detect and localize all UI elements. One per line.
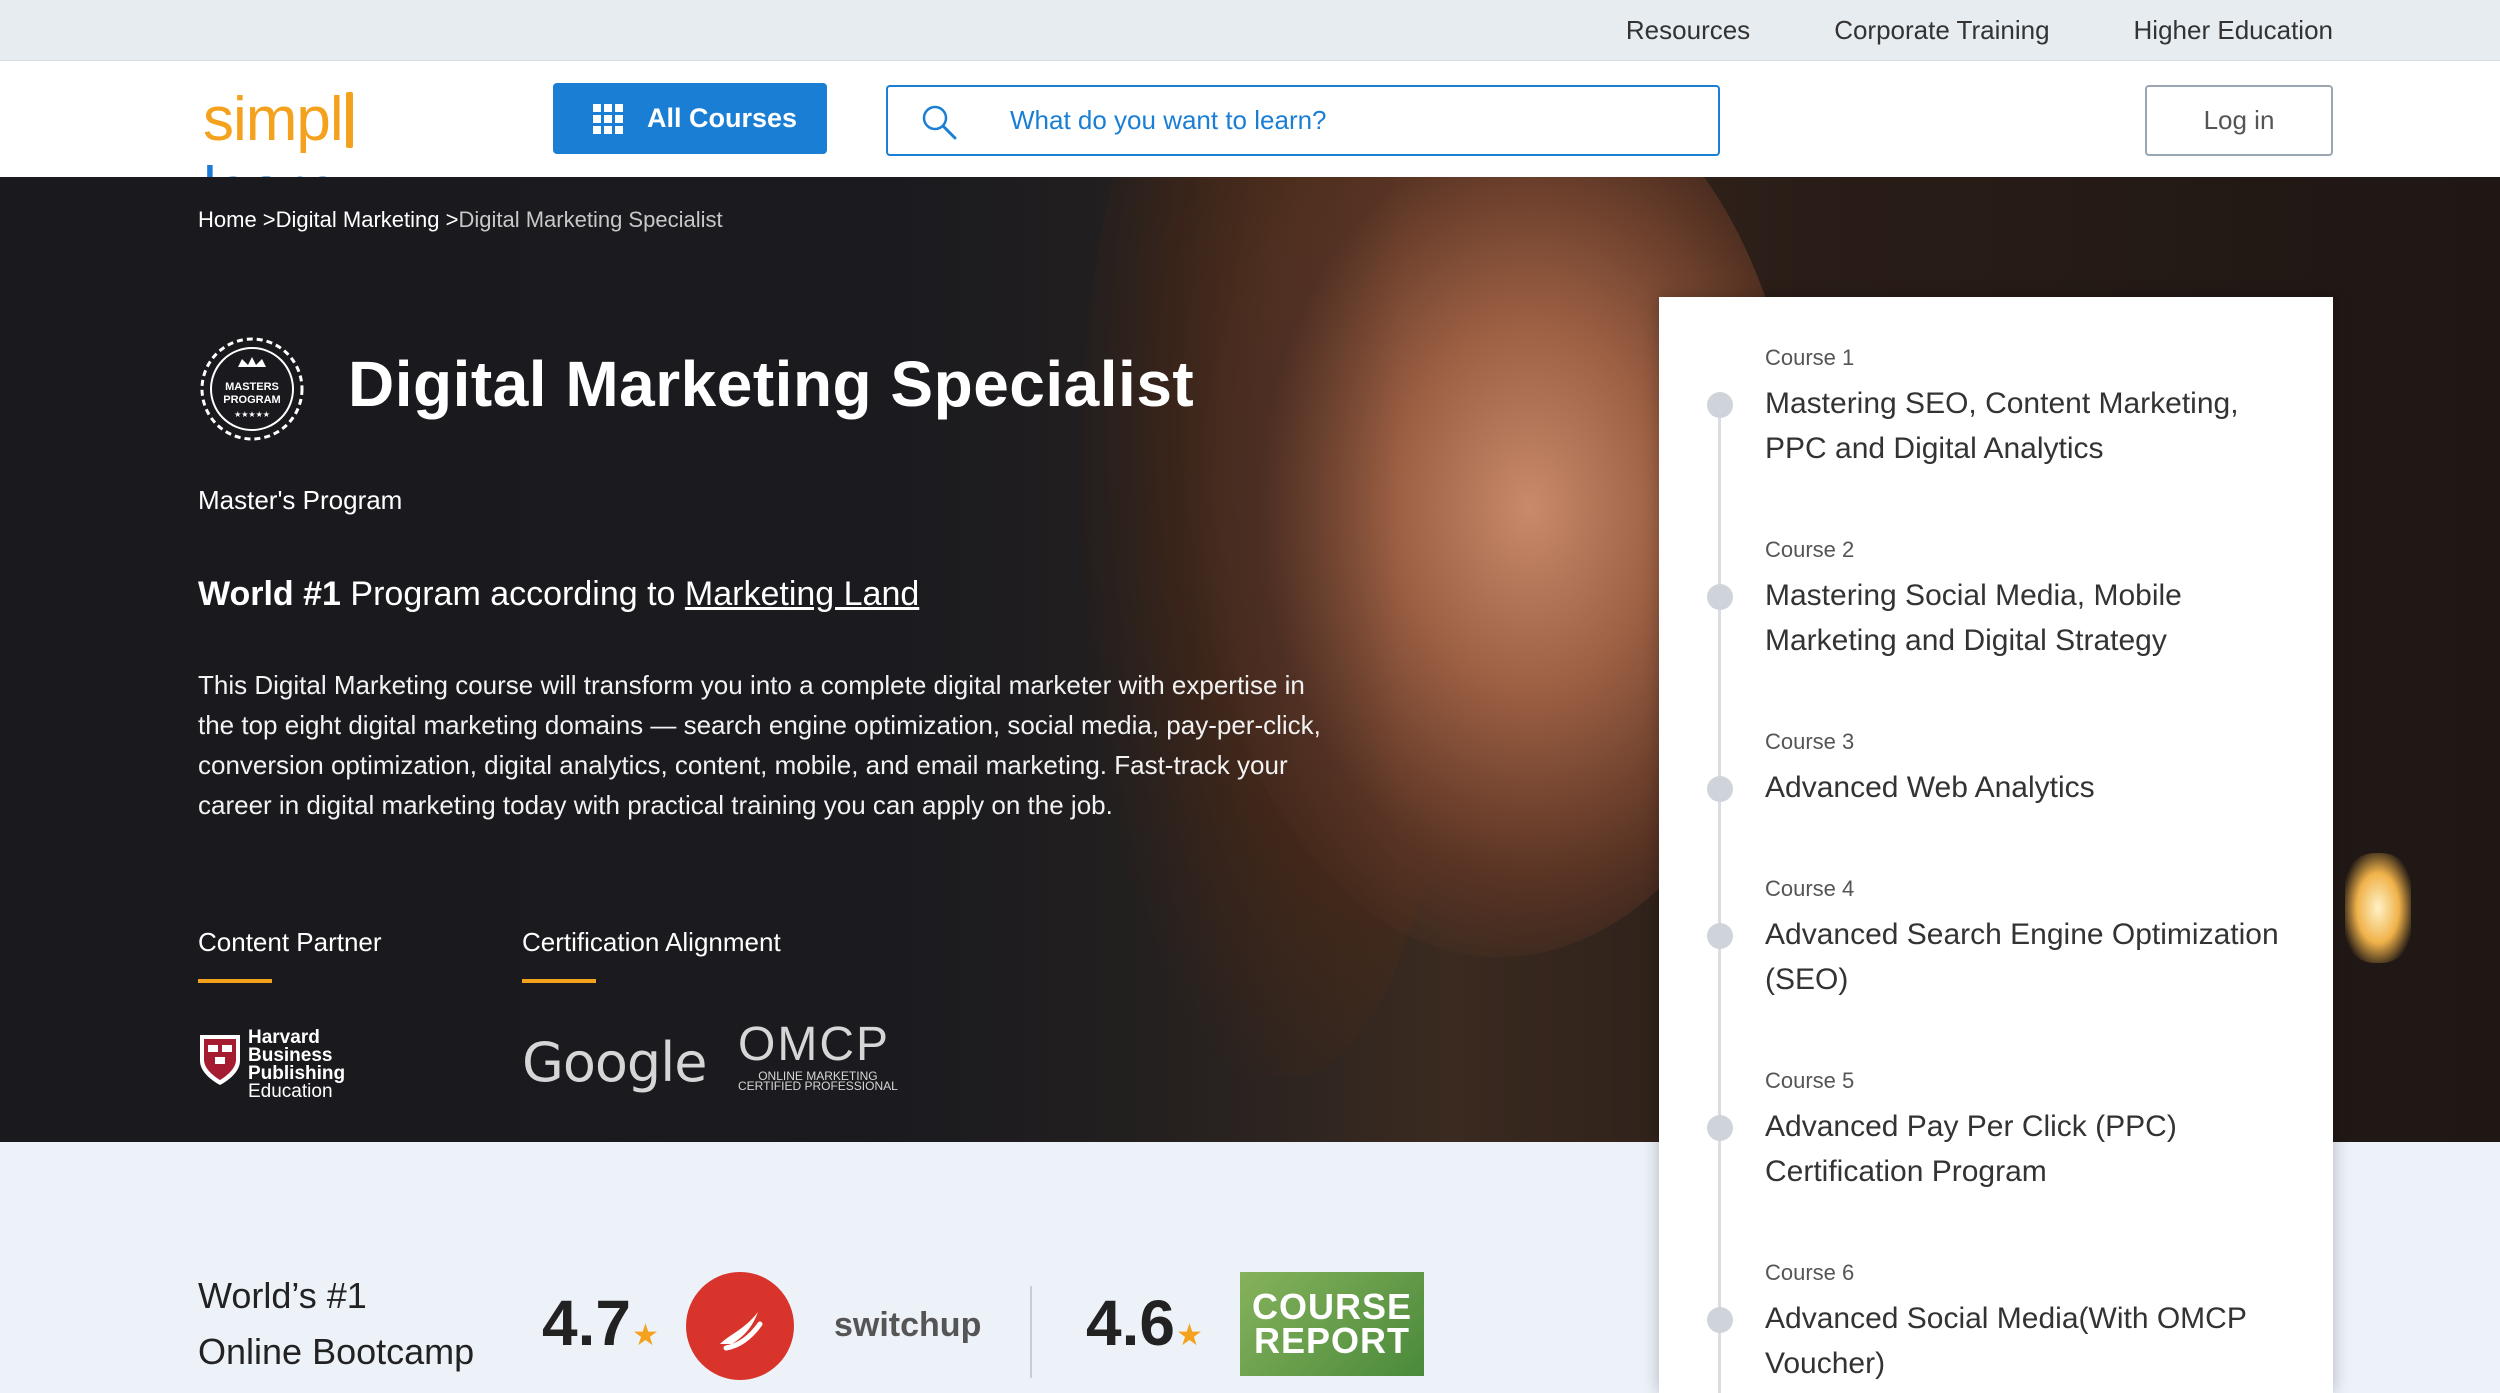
site-header: simpllearn All Courses What do you want … <box>0 61 2500 224</box>
ranking-statement: World #1 Program according to Marketing … <box>198 575 919 614</box>
timeline-dot-icon <box>1707 584 1733 610</box>
timeline-dot-icon <box>1707 1115 1733 1141</box>
svg-text:★★★★★: ★★★★★ <box>234 410 270 419</box>
course-number: Course 3 <box>1765 729 1855 754</box>
breadcrumb-category[interactable]: Digital Marketing > <box>276 207 459 232</box>
harvard-shield-icon <box>200 1035 240 1085</box>
marketing-land-link[interactable]: Marketing Land <box>685 575 919 613</box>
svg-text:PROGRAM: PROGRAM <box>223 394 280 406</box>
course-timeline-line <box>1718 397 1721 1393</box>
switchup-logo-icon <box>686 1272 794 1380</box>
course-list-panel: Course 1 Mastering SEO, Content Marketin… <box>1659 297 2333 1393</box>
course-number: Course 6 <box>1765 1260 1855 1285</box>
hero-shade-overlay <box>0 177 1400 1142</box>
star-icon: ★ <box>1176 1319 1203 1352</box>
timeline-dot-icon <box>1707 923 1733 949</box>
grid-menu-icon <box>593 103 623 134</box>
corporate-training-link[interactable]: Corporate Training <box>1834 15 2049 46</box>
simplilearn-logo[interactable]: simpllearn <box>203 85 473 224</box>
login-button[interactable]: Log in <box>2145 85 2333 156</box>
course-name: Advanced Web Analytics <box>1765 771 2095 804</box>
certification-alignment-label: Certification Alignment <box>522 927 781 957</box>
course-description: This Digital Marketing course will trans… <box>198 670 1321 820</box>
harvard-logo-text: Harvard Business Publishing Education <box>248 1027 346 1102</box>
course-number: Course 4 <box>1765 876 1855 901</box>
masters-program-badge-icon: MASTERS PROGRAM ★★★★★ <box>200 337 304 441</box>
switchup-rating: 4.7 <box>542 1287 631 1359</box>
course-report-logo: COURSE REPORT <box>1240 1272 1424 1376</box>
page-title: Digital Marketing Specialist <box>348 348 1195 420</box>
course-name: Mastering SEO, Content Marketing, PPC an… <box>1765 387 2239 465</box>
utility-links: Resources Corporate Training Higher Educ… <box>1626 0 2333 61</box>
content-partner-label: Content Partner <box>198 927 382 957</box>
all-courses-button[interactable]: All Courses <box>553 83 827 154</box>
certification-underline <box>522 979 596 983</box>
switchup-name: switchup <box>834 1306 982 1344</box>
top-utility-bar: Resources Corporate Training Higher Educ… <box>0 0 2500 61</box>
breadcrumb: Home >Digital Marketing >Digital Marketi… <box>198 207 723 233</box>
higher-education-link[interactable]: Higher Education <box>2134 15 2333 46</box>
course-name: Mastering Social Media, Mobile Marketing… <box>1765 579 2182 657</box>
star-icon: ★ <box>632 1319 659 1352</box>
course-report-rating: 4.6 <box>1086 1287 1175 1359</box>
bootcamp-heading: World’s #1 Online Bootcamp <box>198 1275 475 1372</box>
course-number: Course 1 <box>1765 345 1855 370</box>
program-type: Master's Program <box>198 485 403 515</box>
google-logo: Google <box>522 1031 707 1094</box>
harvard-business-publishing-logo: Harvard Business Publishing Education <box>198 1027 368 1102</box>
search-input[interactable]: What do you want to learn? <box>886 85 1720 156</box>
content-partner-underline <box>198 979 272 983</box>
course-number: Course 2 <box>1765 537 1855 562</box>
course-number: Course 5 <box>1765 1068 1855 1093</box>
hero-photo-lamp <box>2345 853 2411 963</box>
search-placeholder: What do you want to learn? <box>1010 105 1327 135</box>
logo-text-left: simpl <box>203 85 344 154</box>
svg-text:MASTERS: MASTERS <box>225 381 279 393</box>
timeline-dot-icon <box>1707 392 1733 418</box>
search-icon <box>922 105 957 140</box>
course-name: Advanced Social Media(With OMCP Voucher) <box>1765 1302 2247 1380</box>
breadcrumb-current: Digital Marketing Specialist <box>458 207 723 232</box>
ranking-bold: World #1 <box>198 575 341 613</box>
course-name: Advanced Search Engine Optimization (SEO… <box>1765 918 2279 996</box>
ratings-divider <box>1030 1286 1032 1378</box>
course-name: Advanced Pay Per Click (PPC) Certificati… <box>1765 1110 2177 1188</box>
breadcrumb-home[interactable]: Home > <box>198 207 276 232</box>
omcp-logo: OMCP ONLINE MARKETING CERTIFIED PROFESSI… <box>738 1018 898 1093</box>
timeline-dot-icon <box>1707 1307 1733 1333</box>
ranking-text: Program according to <box>340 575 685 613</box>
logo-bar-mark <box>345 92 353 148</box>
all-courses-label: All Courses <box>647 103 798 133</box>
timeline-dot-icon <box>1707 776 1733 802</box>
resources-link[interactable]: Resources <box>1626 15 1750 46</box>
